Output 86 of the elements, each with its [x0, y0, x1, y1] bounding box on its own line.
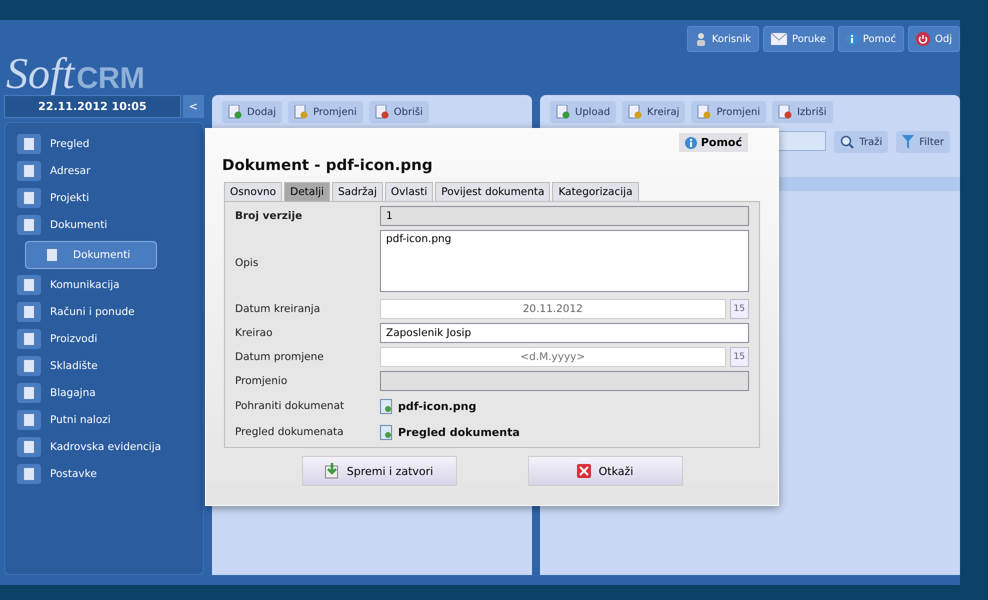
- header-button[interactable]: Poruke: [763, 26, 834, 52]
- input-field[interactable]: 1: [380, 206, 749, 226]
- text-area[interactable]: pdf-icon.png: [380, 230, 749, 292]
- toolbar-button[interactable]: Promjeni: [691, 101, 766, 123]
- page-icon: [17, 302, 41, 322]
- info-icon: [846, 33, 858, 45]
- field-label: Broj verzije: [235, 210, 304, 222]
- save-icon: [324, 463, 339, 479]
- file-icon: [380, 398, 393, 414]
- tab[interactable]: Sadržaj: [332, 182, 383, 201]
- document-icon: [628, 105, 642, 119]
- calendar-button[interactable]: 15: [730, 299, 749, 319]
- tab[interactable]: Ovlasti: [384, 182, 434, 201]
- search-icon: [840, 135, 854, 149]
- sidebar-item[interactable]: Računi i ponude: [13, 301, 195, 323]
- page-icon: [17, 464, 41, 484]
- header-button[interactable]: Korisnik: [686, 26, 760, 52]
- power-icon: [916, 32, 930, 46]
- envelope-icon: [771, 33, 788, 45]
- field-label: Pregled dokumenata: [235, 426, 345, 438]
- page-icon: [17, 329, 41, 349]
- toolbar-button[interactable]: Promjeni: [288, 101, 363, 123]
- document-link[interactable]: pdf-icon.png: [380, 395, 749, 417]
- calendar-button[interactable]: 15: [730, 347, 749, 367]
- tab[interactable]: Povijest dokumenta: [435, 182, 550, 201]
- sidebar-item[interactable]: Postavke: [13, 463, 195, 485]
- header-button[interactable]: Odj: [908, 26, 960, 52]
- header-button[interactable]: Pomoć: [838, 26, 904, 52]
- field-label: Pohraniti dokumenat: [235, 400, 346, 412]
- page-icon: [17, 161, 41, 181]
- document-icon: [556, 105, 570, 119]
- toolbar-button[interactable]: Dodaj: [222, 101, 282, 123]
- document-icon: [697, 105, 712, 119]
- document-icon: [778, 105, 792, 119]
- page-icon: [17, 215, 41, 235]
- date-field[interactable]: 20.11.2012: [380, 299, 726, 319]
- search-button[interactable]: Traži: [834, 131, 888, 153]
- sidebar-item[interactable]: Skladište: [13, 355, 195, 377]
- page-icon: [17, 410, 41, 430]
- page-icon: [17, 356, 41, 376]
- dialog-title: Dokument - pdf-icon.png: [222, 156, 433, 174]
- field-label: Opis: [235, 256, 260, 268]
- sidebar-item[interactable]: Dokumenti: [13, 214, 195, 236]
- sidebar-item[interactable]: Putni nalozi: [13, 409, 195, 431]
- document-icon: [294, 105, 308, 119]
- input-field[interactable]: [380, 371, 749, 391]
- file-icon: [380, 424, 393, 440]
- toolbar-button[interactable]: Izbriši: [772, 101, 833, 123]
- info-icon: [684, 136, 697, 148]
- input-field[interactable]: Zaposlenik Josip: [380, 323, 749, 343]
- toolbar-button[interactable]: Kreiraj: [622, 101, 686, 123]
- collapse-button[interactable]: <: [182, 95, 204, 118]
- field-label: Datum kreiranja: [235, 303, 322, 315]
- funnel-icon: [902, 135, 914, 149]
- sidebar-item[interactable]: Adresar: [13, 160, 195, 182]
- sidebar-item[interactable]: Dokumenti: [25, 241, 157, 269]
- sidebar-item[interactable]: Komunikacija: [13, 274, 195, 296]
- field-label: Datum promjene: [235, 351, 325, 363]
- toolbar-button[interactable]: Upload: [550, 101, 616, 123]
- close-icon: [576, 464, 591, 478]
- dialog-button[interactable]: Otkaži: [528, 456, 682, 486]
- tab[interactable]: Kategorizacija: [552, 182, 639, 201]
- help-button[interactable]: Pomoć: [678, 133, 748, 152]
- date-time: 22.11.2012 10:05: [4, 95, 181, 118]
- sidebar-item[interactable]: Kadrovska evidencija: [13, 436, 195, 458]
- page-icon: [17, 437, 41, 457]
- person-icon: [694, 32, 707, 46]
- page-icon: [17, 275, 41, 295]
- document-icon: [228, 105, 242, 119]
- document-icon: [374, 105, 389, 119]
- dialog-button[interactable]: Spremi i zatvori: [302, 456, 456, 486]
- sidebar-item[interactable]: Proizvodi: [13, 328, 195, 350]
- tab[interactable]: Detalji: [284, 182, 330, 201]
- page-icon: [17, 188, 41, 208]
- field-label: Promjenio: [235, 375, 288, 387]
- field-label: Kreirao: [235, 327, 274, 339]
- sidebar-item[interactable]: Blagajna: [13, 382, 195, 404]
- page-icon: [17, 134, 41, 154]
- date-field[interactable]: <d.M.yyyy>: [380, 347, 726, 367]
- tab[interactable]: Osnovno: [224, 182, 282, 201]
- sidebar-item[interactable]: Projekti: [13, 187, 195, 209]
- sidebar-item[interactable]: Pregled: [13, 133, 195, 155]
- page-icon: [17, 383, 41, 403]
- toolbar-button[interactable]: Obriši: [368, 101, 429, 123]
- filter-button[interactable]: Filter: [896, 131, 950, 153]
- document-link[interactable]: Pregled dokumenta: [380, 421, 749, 443]
